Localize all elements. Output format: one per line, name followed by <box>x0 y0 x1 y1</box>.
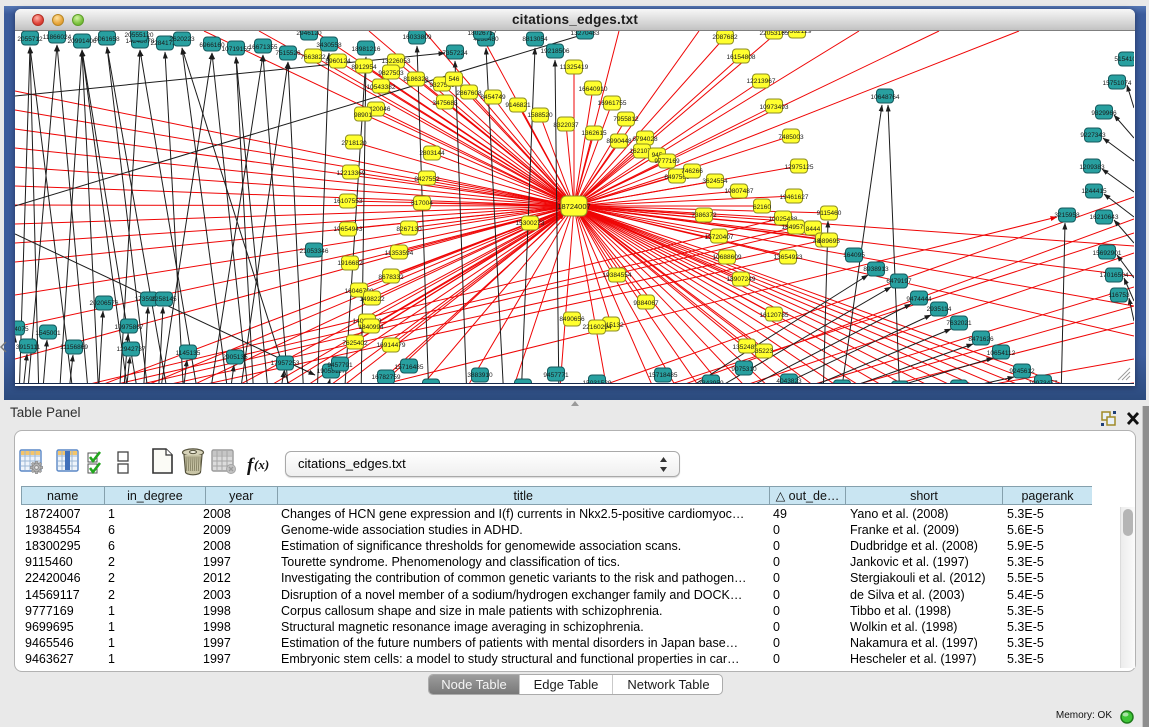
svg-text:7632021: 7632021 <box>946 320 972 327</box>
svg-text:19461627: 19461627 <box>780 194 809 201</box>
svg-text:10688609: 10688609 <box>713 254 742 261</box>
svg-text:3624554: 3624554 <box>702 178 728 185</box>
svg-text:12213967: 12213967 <box>747 78 776 85</box>
svg-text:9115460: 9115460 <box>817 210 842 217</box>
svg-text:8938913: 8938913 <box>863 266 889 273</box>
svg-text:9329966: 9329966 <box>1091 110 1117 117</box>
svg-text:17016504: 17016504 <box>1100 272 1129 279</box>
svg-text:164095: 164095 <box>843 252 865 259</box>
svg-text:8444: 8444 <box>806 226 821 233</box>
svg-text:116753: 116753 <box>1108 292 1130 299</box>
svg-text:10973493: 10973493 <box>760 104 789 111</box>
svg-text:10654112: 10654112 <box>987 350 1016 357</box>
svg-text:16154808: 16154808 <box>727 54 756 61</box>
svg-text:3215958: 3215958 <box>1054 212 1080 219</box>
svg-text:6479197: 6479197 <box>886 278 912 285</box>
svg-text:9075310: 9075310 <box>731 366 757 373</box>
svg-text:16210643: 16210643 <box>1090 214 1119 221</box>
svg-text:15720407: 15720407 <box>705 234 734 241</box>
svg-text:3343959: 3343959 <box>698 380 724 384</box>
svg-text:62160: 62160 <box>753 204 771 211</box>
svg-text:5154104: 5154104 <box>1114 56 1134 63</box>
svg-text:8471626: 8471626 <box>968 336 994 343</box>
svg-text:1209383: 1209383 <box>1079 164 1105 171</box>
svg-text:18907249: 18907249 <box>727 276 756 283</box>
svg-text:16120785: 16120785 <box>760 312 789 319</box>
svg-text:15751074: 15751074 <box>1103 80 1132 87</box>
svg-text:9245612: 9245612 <box>1009 368 1035 375</box>
svg-text:12975125: 12975125 <box>785 164 814 171</box>
svg-text:35223: 35223 <box>755 348 773 355</box>
svg-text:15692901: 15692901 <box>1093 250 1122 257</box>
svg-text:10648764: 10648764 <box>871 94 900 101</box>
svg-text:13654923: 13654923 <box>774 254 803 261</box>
svg-text:10807487: 10807487 <box>725 188 754 195</box>
svg-text:689695: 689695 <box>818 238 840 245</box>
svg-text:19973477: 19973477 <box>1029 380 1058 384</box>
svg-text:2935114: 2935114 <box>927 306 952 313</box>
svg-text:9227343: 9227343 <box>1080 132 1106 139</box>
svg-text:20562129: 20562129 <box>783 31 812 35</box>
svg-text:4043823: 4043823 <box>776 378 802 384</box>
svg-text:1244415: 1244415 <box>1081 188 1107 195</box>
svg-text:(x): (x) <box>254 457 269 472</box>
svg-text:2087682: 2087682 <box>712 34 738 41</box>
svg-text:7485003: 7485003 <box>778 134 804 141</box>
svg-text:9474444: 9474444 <box>906 296 932 303</box>
